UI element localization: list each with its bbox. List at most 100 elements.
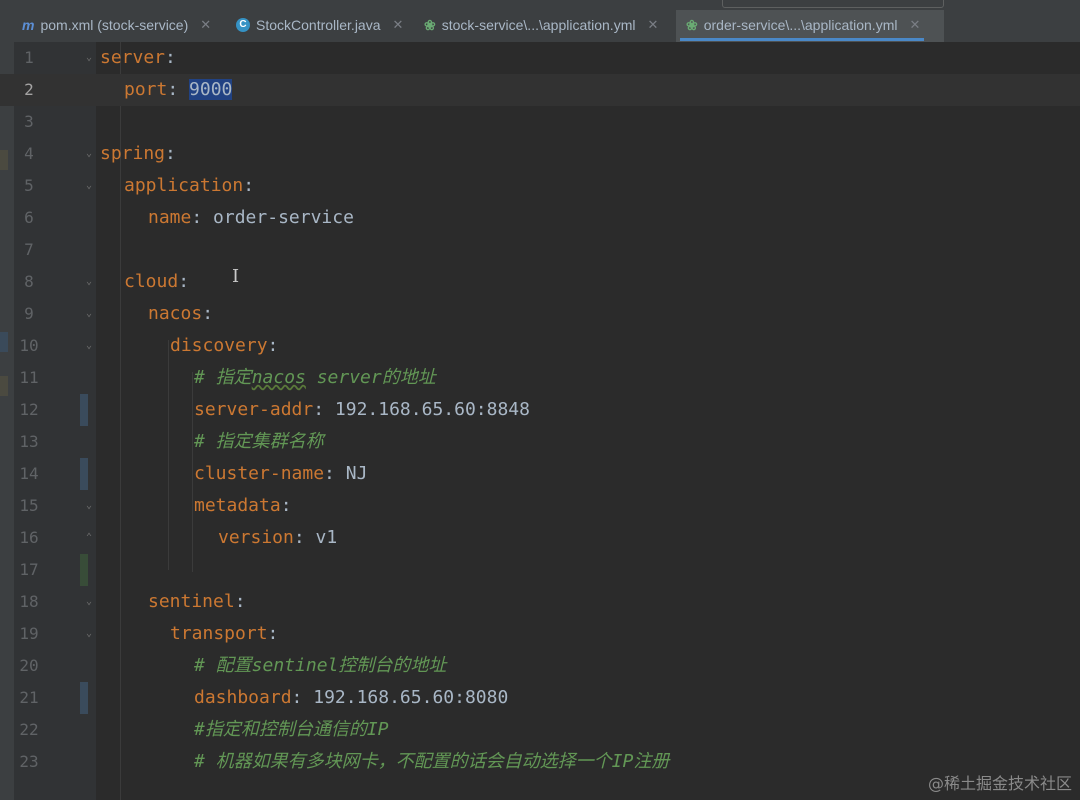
line-number: 7	[24, 240, 34, 259]
yaml-value: 192.168.65.60:8080	[313, 687, 509, 708]
close-icon[interactable]: ✕	[647, 17, 658, 33]
yaml-colon: :	[178, 271, 190, 292]
vcs-change-marker[interactable]	[80, 458, 88, 490]
close-icon[interactable]: ✕	[393, 17, 404, 33]
yaml-colon: :	[243, 175, 255, 196]
tab-stock-controller[interactable]: C StockController.java ✕	[236, 10, 403, 40]
yaml-key: server-addr	[194, 399, 314, 420]
line-number: 19	[19, 624, 39, 643]
code-line[interactable]: 7	[0, 234, 1080, 266]
fold-icon[interactable]: ⌄	[86, 500, 97, 511]
code-line[interactable]: 1 ⌄ server:	[0, 42, 1080, 74]
code-line[interactable]: 16 ⌃ version: v1	[0, 522, 1080, 554]
line-number: 16	[19, 528, 39, 547]
tab-label: StockController.java	[256, 17, 381, 33]
fold-icon[interactable]: ⌃	[86, 532, 97, 543]
fold-icon[interactable]: ⌄	[86, 52, 97, 63]
tab-label: order-service\...\application.yml	[703, 17, 898, 33]
yaml-value: NJ	[345, 463, 368, 484]
close-icon[interactable]: ✕	[909, 17, 920, 33]
code-line[interactable]: 18 ⌄ sentinel:	[0, 586, 1080, 618]
java-class-icon: C	[236, 18, 250, 32]
comment: server的地址	[305, 367, 436, 388]
line-number: 8	[24, 272, 34, 291]
code-line[interactable]: 8 ⌄ cloud:	[0, 266, 1080, 298]
tab-order-service-yml[interactable]: ❀ order-service\...\application.yml ✕	[679, 10, 925, 41]
code-line[interactable]: 22 #指定和控制台通信的IP	[0, 714, 1080, 746]
fold-icon[interactable]: ⌄	[86, 180, 97, 191]
code-line[interactable]: 9 ⌄ nacos:	[0, 298, 1080, 330]
tab-stock-service-yml[interactable]: ❀ stock-service\...\application.yml ✕	[424, 10, 658, 40]
yaml-key: cloud	[124, 271, 179, 292]
yaml-colon: :	[167, 79, 190, 100]
yaml-colon: :	[165, 143, 176, 164]
fold-icon[interactable]: ⌄	[86, 308, 97, 319]
yaml-key: port	[124, 79, 168, 100]
comment: nacos	[251, 367, 306, 388]
fold-icon[interactable]: ⌄	[86, 628, 97, 639]
code-line[interactable]: 12 server-addr: 192.168.65.60:8848	[0, 394, 1080, 426]
comment: # 指定	[194, 367, 252, 388]
close-icon[interactable]: ✕	[200, 17, 211, 33]
line-number: 1	[24, 48, 34, 67]
yaml-key: discovery	[170, 335, 268, 356]
line-number: 5	[24, 176, 34, 195]
line-number: 10	[19, 336, 39, 355]
code-line[interactable]: 17	[0, 554, 1080, 586]
fold-icon[interactable]: ⌄	[86, 596, 97, 607]
code-line[interactable]: 23 # 机器如果有多块网卡，不配置的话会自动选择一个IP注册	[0, 746, 1080, 778]
yaml-value: v1	[315, 527, 338, 548]
yaml-key: server	[100, 47, 166, 68]
line-number: 15	[19, 496, 39, 515]
line-number: 21	[19, 688, 39, 707]
code-line-current[interactable]: 2 port: 9000	[0, 74, 1080, 106]
vcs-change-marker[interactable]	[80, 682, 88, 714]
top-toolbar-widget[interactable]	[722, 0, 944, 8]
code-line[interactable]: 14 cluster-name: NJ	[0, 458, 1080, 490]
code-line[interactable]: 6 name: order-service	[0, 202, 1080, 234]
vcs-change-marker[interactable]	[80, 554, 88, 586]
watermark: @稀土掘金技术社区	[927, 774, 1072, 793]
yaml-colon: :	[202, 303, 214, 324]
yaml-value: order-service	[213, 207, 354, 228]
code-line[interactable]: 4 ⌄ spring:	[0, 138, 1080, 170]
line-number: 13	[19, 432, 39, 451]
code-line[interactable]: 11 # 指定nacos server的地址	[0, 362, 1080, 394]
code-line[interactable]: 10 ⌄ discovery:	[0, 330, 1080, 362]
line-number: 4	[24, 144, 34, 163]
code-line[interactable]: 15 ⌄ metadata:	[0, 490, 1080, 522]
comment: # 配置sentinel控制台的地址	[194, 655, 447, 676]
yaml-key: dashboard	[194, 687, 292, 708]
yaml-colon: :	[324, 463, 346, 484]
yaml-key: version	[218, 527, 294, 548]
yaml-key: sentinel	[148, 591, 235, 612]
line-number: 12	[19, 400, 39, 419]
yaml-colon: :	[313, 399, 335, 420]
code-line[interactable]: 20 # 配置sentinel控制台的地址	[0, 650, 1080, 682]
line-number: 3	[24, 112, 34, 131]
code-line[interactable]: 13 # 指定集群名称	[0, 426, 1080, 458]
tab-label: stock-service\...\application.yml	[441, 17, 636, 33]
comment: # 指定集群名称	[194, 431, 324, 452]
mouse-ibeam-cursor-icon: I	[232, 266, 240, 287]
selected-value[interactable]: 9000	[189, 79, 233, 100]
code-line[interactable]: 3	[0, 106, 1080, 138]
spring-yaml-icon: ❀	[686, 16, 698, 33]
fold-icon[interactable]: ⌄	[86, 340, 97, 351]
line-number: 2	[24, 80, 34, 99]
vcs-change-marker[interactable]	[80, 394, 88, 426]
code-line[interactable]: 19 ⌄ transport:	[0, 618, 1080, 650]
comment: # 机器如果有多块网卡，不配置的话会自动选择一个IP注册	[194, 751, 670, 772]
fold-icon[interactable]: ⌄	[86, 148, 97, 159]
line-number: 11	[19, 368, 39, 387]
yaml-key: cluster-name	[194, 463, 325, 484]
code-line[interactable]: 21 dashboard: 192.168.65.60:8080	[0, 682, 1080, 714]
line-number: 18	[19, 592, 39, 611]
tab-pom-xml[interactable]: m pom.xml (stock-service) ✕	[22, 10, 211, 40]
yaml-key: nacos	[148, 303, 203, 324]
yaml-colon: :	[165, 47, 176, 68]
editor-tab-bar: m pom.xml (stock-service) ✕ C StockContr…	[0, 0, 1080, 43]
code-line[interactable]: 5 ⌄ application:	[0, 170, 1080, 202]
yaml-colon: :	[234, 591, 246, 612]
fold-icon[interactable]: ⌄	[86, 276, 97, 287]
